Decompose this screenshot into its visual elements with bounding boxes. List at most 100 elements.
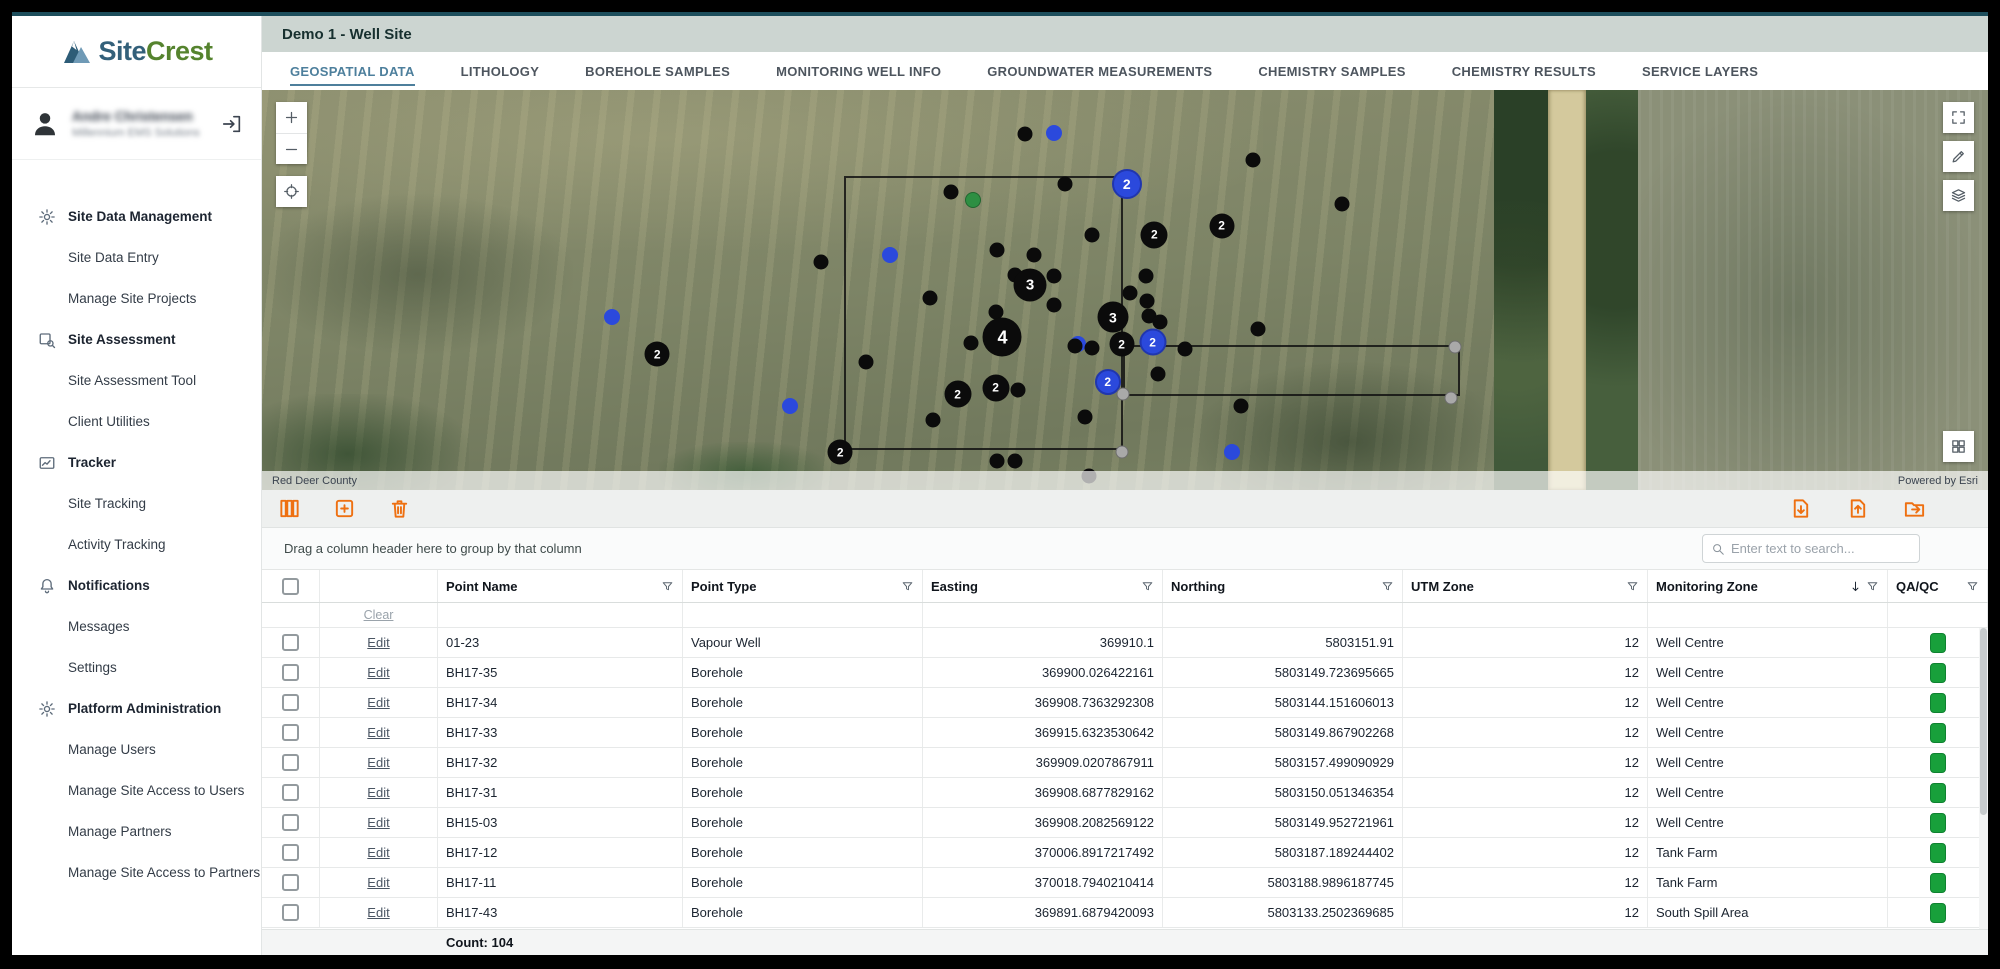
map-point-marker[interactable] — [1250, 322, 1265, 337]
filter-icon[interactable] — [1381, 580, 1394, 593]
map-point-marker[interactable] — [882, 247, 898, 263]
filter-icon[interactable] — [1626, 580, 1639, 593]
map-point-marker[interactable] — [1085, 227, 1100, 242]
qaqc-status-badge[interactable] — [1930, 843, 1946, 863]
map-point-marker[interactable] — [1067, 339, 1082, 354]
fullscreen-button[interactable] — [1943, 102, 1974, 133]
tab-lithology[interactable]: LITHOLOGY — [461, 52, 540, 90]
map-point-marker[interactable] — [1046, 125, 1062, 141]
sidebar-item-manage-partners[interactable]: Manage Partners — [12, 811, 261, 852]
map-cluster-marker[interactable]: 2 — [982, 374, 1009, 401]
sidebar-item-manage-site-access-to-partners[interactable]: Manage Site Access to Partners — [12, 852, 261, 893]
sidebar-item-manage-site-projects[interactable]: Manage Site Projects — [12, 278, 261, 319]
map-point-marker[interactable] — [782, 398, 798, 414]
edit-link[interactable]: Edit — [367, 755, 389, 770]
row-checkbox[interactable] — [282, 664, 299, 681]
map-point-marker[interactable] — [990, 242, 1005, 257]
map-point-marker[interactable] — [926, 412, 941, 427]
select-all-checkbox[interactable] — [282, 578, 299, 595]
edit-link[interactable]: Edit — [367, 725, 389, 740]
clear-filter-link[interactable]: Clear — [364, 608, 394, 622]
map-cluster-marker[interactable]: 3 — [1097, 302, 1128, 333]
qaqc-status-badge[interactable] — [1930, 753, 1946, 773]
row-checkbox[interactable] — [282, 724, 299, 741]
map-canvas[interactable]: 2222334222222 Red Deer County Powered by… — [262, 90, 1988, 490]
map-cluster-marker[interactable]: 2 — [1139, 329, 1166, 356]
map-point-marker[interactable] — [1123, 286, 1138, 301]
map-point-marker[interactable] — [1150, 367, 1165, 382]
edit-link[interactable]: Edit — [367, 815, 389, 830]
column-header-northing[interactable]: Northing — [1163, 570, 1403, 602]
sidebar-item-manage-users[interactable]: Manage Users — [12, 729, 261, 770]
map-point-marker[interactable] — [1010, 382, 1025, 397]
map-point-marker[interactable] — [1140, 294, 1155, 309]
map-vertex-handle[interactable] — [1115, 446, 1128, 459]
sidebar-item-settings[interactable]: Settings — [12, 647, 261, 688]
add-record-button[interactable] — [333, 497, 356, 520]
map-point-marker[interactable] — [922, 291, 937, 306]
map-polygon[interactable] — [1123, 345, 1460, 395]
map-polygon[interactable] — [844, 176, 1124, 450]
tab-groundwater-measurements[interactable]: GROUNDWATER MEASUREMENTS — [987, 52, 1212, 90]
sidebar-section-site-data-management[interactable]: Site Data Management — [12, 196, 261, 237]
map-cluster-marker[interactable]: 2 — [828, 440, 853, 465]
map-point-marker[interactable] — [1233, 398, 1248, 413]
tab-borehole-samples[interactable]: BOREHOLE SAMPLES — [585, 52, 730, 90]
map-point-marker[interactable] — [859, 355, 874, 370]
edit-link[interactable]: Edit — [367, 905, 389, 920]
qaqc-status-badge[interactable] — [1930, 813, 1946, 833]
group-panel[interactable]: Drag a column header here to group by th… — [262, 528, 1988, 570]
row-checkbox[interactable] — [282, 784, 299, 801]
logout-icon[interactable] — [221, 113, 243, 135]
map-point-marker[interactable] — [943, 185, 958, 200]
edit-link[interactable]: Edit — [367, 665, 389, 680]
qaqc-status-badge[interactable] — [1930, 663, 1946, 683]
map-point-marker[interactable] — [1026, 247, 1041, 262]
edit-link[interactable]: Edit — [367, 785, 389, 800]
sidebar-section-notifications[interactable]: Notifications — [12, 565, 261, 606]
map-cluster-marker[interactable]: 2 — [1112, 169, 1142, 199]
map-point-marker[interactable] — [1245, 153, 1260, 168]
filter-icon[interactable] — [661, 580, 674, 593]
map-cluster-marker[interactable]: 4 — [983, 318, 1022, 357]
sidebar-section-platform-administration[interactable]: Platform Administration — [12, 688, 261, 729]
map-point-marker[interactable] — [1224, 444, 1240, 460]
sidebar-section-tracker[interactable]: Tracker — [12, 442, 261, 483]
delete-record-button[interactable] — [388, 497, 411, 520]
map-cluster-marker[interactable]: 2 — [1209, 213, 1234, 238]
zoom-out-button[interactable] — [276, 133, 307, 164]
column-header-zone[interactable]: Monitoring Zone — [1648, 570, 1888, 602]
import-file-button[interactable] — [1789, 497, 1812, 520]
map-vertex-handle[interactable] — [1117, 388, 1130, 401]
filter-icon[interactable] — [1966, 580, 1979, 593]
map-point-marker[interactable] — [990, 453, 1005, 468]
row-checkbox[interactable] — [282, 634, 299, 651]
map-point-marker[interactable] — [1047, 298, 1062, 313]
qaqc-status-badge[interactable] — [1930, 873, 1946, 893]
map-vertex-handle[interactable] — [1445, 391, 1458, 404]
filter-icon[interactable] — [901, 580, 914, 593]
row-checkbox[interactable] — [282, 904, 299, 921]
map-point-marker[interactable] — [1057, 177, 1072, 192]
sidebar-item-manage-site-access-to-users[interactable]: Manage Site Access to Users — [12, 770, 261, 811]
map-vertex-handle[interactable] — [1448, 341, 1461, 354]
layers-button[interactable] — [1943, 180, 1974, 211]
filter-icon[interactable] — [1141, 580, 1154, 593]
open-folder-button[interactable] — [1903, 497, 1926, 520]
tab-chemistry-results[interactable]: CHEMISTRY RESULTS — [1452, 52, 1596, 90]
column-header-qaqc[interactable]: QA/QC — [1888, 570, 1988, 602]
column-chooser-button[interactable] — [278, 497, 301, 520]
map-cluster-marker[interactable]: 2 — [645, 342, 670, 367]
edit-link[interactable]: Edit — [367, 845, 389, 860]
map-point-marker[interactable] — [1085, 341, 1100, 356]
locate-button[interactable] — [276, 176, 307, 207]
sidebar-item-site-data-entry[interactable]: Site Data Entry — [12, 237, 261, 278]
edit-link[interactable]: Edit — [367, 875, 389, 890]
map-cluster-marker[interactable]: 2 — [944, 381, 971, 408]
qaqc-status-badge[interactable] — [1930, 903, 1946, 923]
basemap-gallery-button[interactable] — [1943, 431, 1974, 462]
edit-link[interactable]: Edit — [367, 695, 389, 710]
qaqc-status-badge[interactable] — [1930, 723, 1946, 743]
row-checkbox[interactable] — [282, 754, 299, 771]
tab-chemistry-samples[interactable]: CHEMISTRY SAMPLES — [1258, 52, 1405, 90]
